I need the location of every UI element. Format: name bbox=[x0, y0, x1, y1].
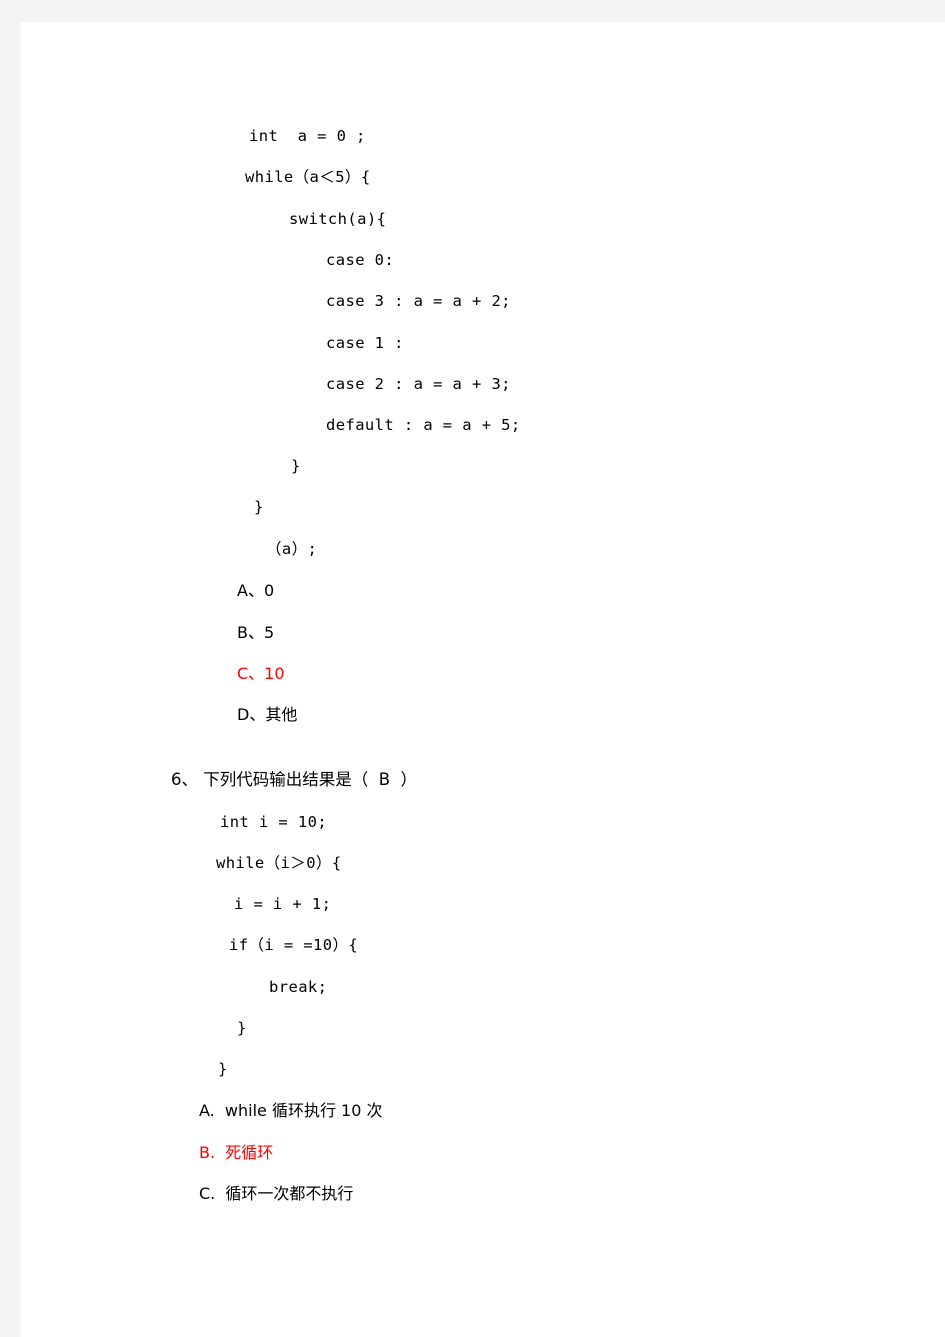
code-line: break; bbox=[269, 978, 328, 996]
code-line: i = i + 1; bbox=[234, 895, 332, 913]
option-a[interactable]: A. while 循环执行 10 次 bbox=[199, 1103, 383, 1119]
code-line: while（i＞0）{ bbox=[216, 854, 342, 872]
option-c[interactable]: C、10 bbox=[237, 666, 285, 682]
document-page: int a = 0 ; while（a＜5）{ switch(a){ case … bbox=[21, 22, 945, 1337]
option-c[interactable]: C. 循环一次都不执行 bbox=[199, 1186, 353, 1202]
option-b[interactable]: B. 死循环 bbox=[199, 1145, 273, 1161]
code-line: if（i = =10）{ bbox=[229, 936, 359, 954]
code-line: switch(a){ bbox=[289, 210, 387, 228]
code-line: case 0: bbox=[326, 251, 395, 269]
code-line: int i = 10; bbox=[220, 813, 328, 831]
code-line: default : a = a + 5; bbox=[326, 416, 521, 434]
code-line: （a）; bbox=[266, 540, 318, 558]
code-line: } bbox=[291, 457, 301, 475]
code-line: while（a＜5）{ bbox=[245, 168, 371, 186]
option-a[interactable]: A、0 bbox=[237, 583, 274, 599]
code-line: } bbox=[218, 1060, 228, 1078]
question6-heading: 6、 下列代码输出结果是（ B ） bbox=[171, 770, 418, 789]
code-line: case 2 : a = a + 3; bbox=[326, 375, 511, 393]
code-line: int a = 0 ; bbox=[249, 127, 366, 145]
option-b[interactable]: B、5 bbox=[237, 625, 274, 641]
code-line: } bbox=[254, 498, 264, 516]
code-line: case 1 : bbox=[326, 334, 404, 352]
option-d[interactable]: D、其他 bbox=[237, 707, 297, 723]
code-line: case 3 : a = a + 2; bbox=[326, 292, 511, 310]
code-line: } bbox=[237, 1019, 247, 1037]
